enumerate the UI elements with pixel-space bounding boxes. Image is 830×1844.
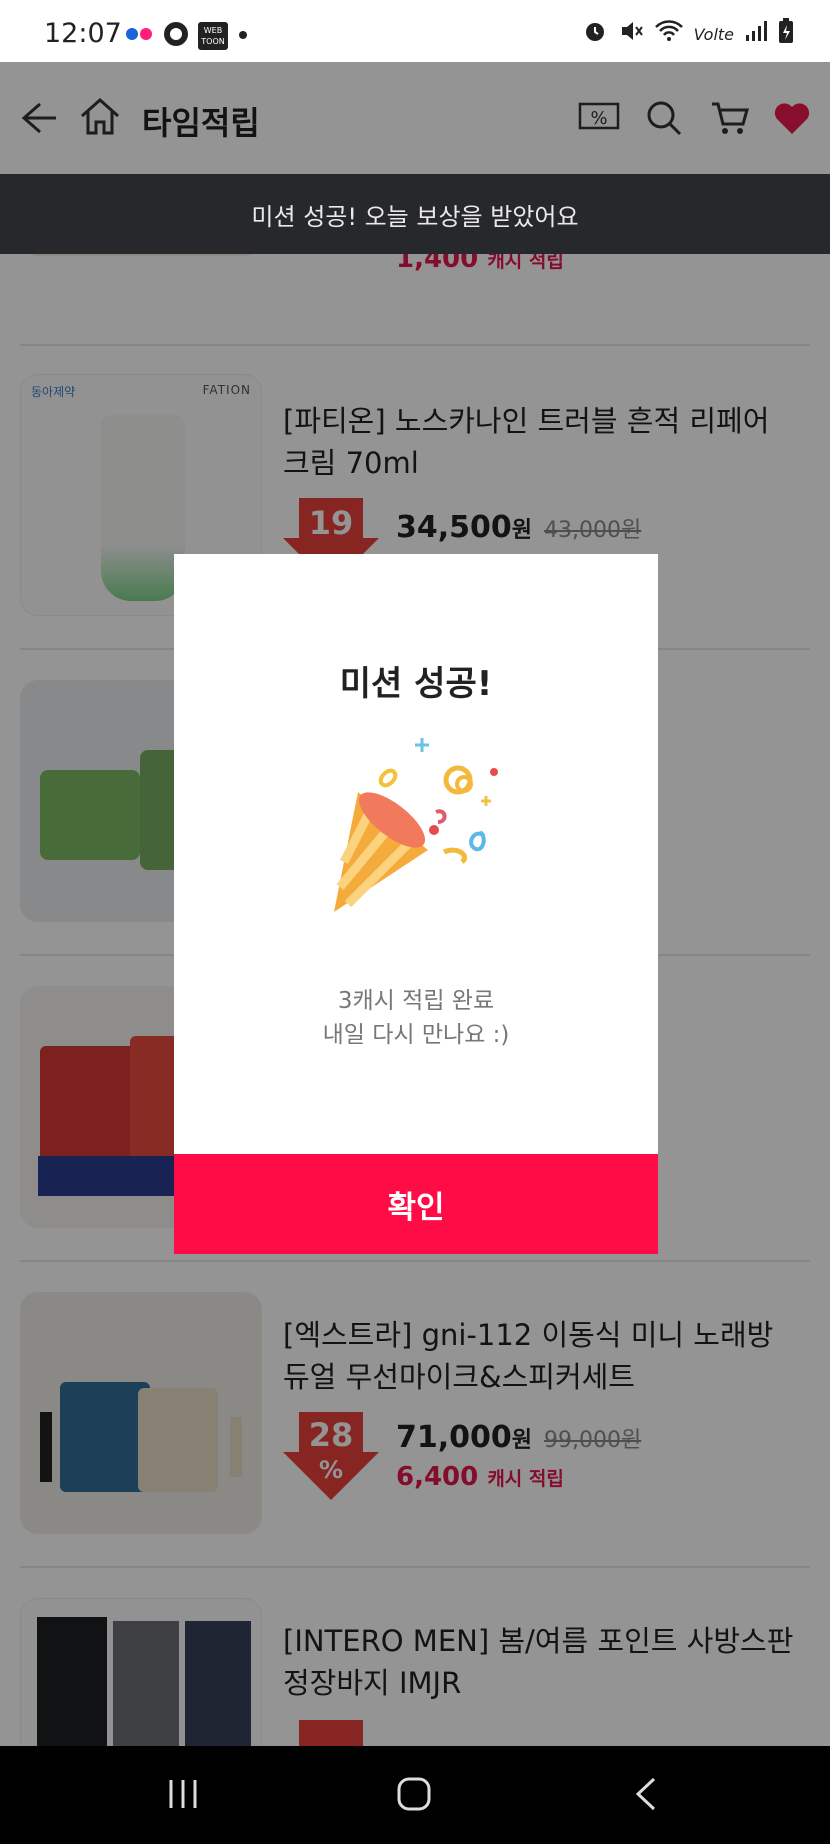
notification-icons: WEB TOON	[124, 20, 250, 52]
alarm-icon	[582, 18, 608, 50]
confirm-button[interactable]: 확인	[174, 1154, 658, 1254]
party-popper-icon	[324, 732, 508, 936]
status-time: 12:07	[44, 18, 122, 49]
wifi-icon	[654, 18, 684, 50]
system-icons: Volte	[582, 18, 794, 50]
dialog-message: 3캐시 적립 완료 내일 다시 만나요 :)	[322, 988, 510, 1048]
system-nav-bar	[0, 1746, 830, 1844]
recent-apps-icon[interactable]	[166, 1776, 200, 1816]
mission-success-dialog: 미션 성공! 3캐시 적립 완료 내일 다시 만나요 :) 확인	[174, 554, 658, 1254]
mute-icon	[618, 18, 644, 50]
dot-icon	[236, 27, 250, 46]
message-icon	[162, 20, 190, 52]
status-bar: 12:07 WEB TOON Volte	[0, 0, 830, 62]
home-button-icon[interactable]	[396, 1776, 432, 1816]
battery-icon	[778, 18, 794, 50]
dialog-title: 미션 성공!	[339, 664, 493, 704]
volte-icon: Volte	[693, 24, 734, 44]
back-button-icon[interactable]	[632, 1776, 662, 1816]
webtoon-icon: WEB TOON	[198, 22, 228, 50]
toast-banner: 미션 성공! 오늘 보상을 받았어요	[0, 174, 830, 254]
flickr-icon	[124, 26, 154, 46]
signal-icon	[744, 19, 768, 49]
